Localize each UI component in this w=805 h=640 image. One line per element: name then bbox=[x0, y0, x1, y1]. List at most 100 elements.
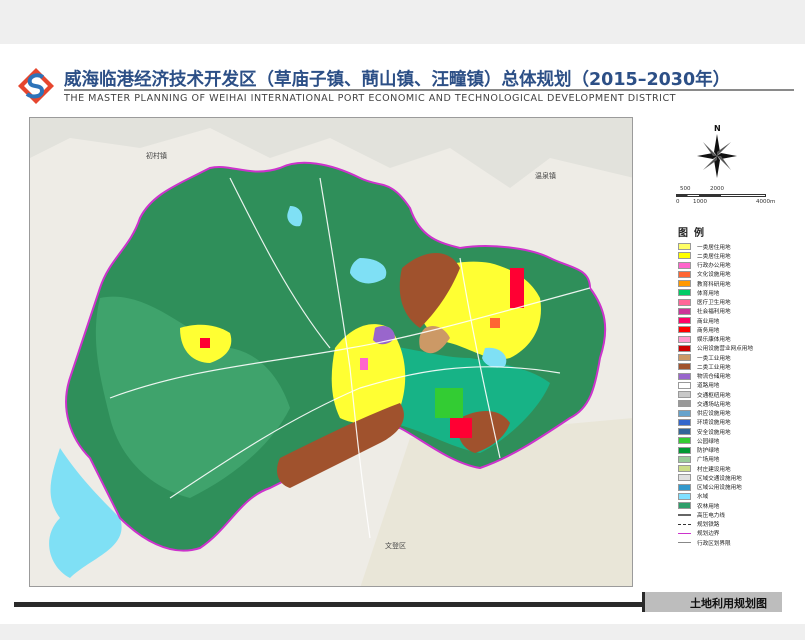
legend-item: 公园绿地 bbox=[678, 436, 798, 445]
scale-bottom-label: 0 bbox=[676, 199, 680, 205]
legend-item: 文化设施用地 bbox=[678, 270, 798, 279]
legend-swatch bbox=[678, 400, 691, 408]
page-subtitle: THE MASTER PLANNING OF WEIHAI INTERNATIO… bbox=[64, 93, 677, 104]
legend-item: 区域交通设施用地 bbox=[678, 473, 798, 482]
legend-item: 行政区划界限 bbox=[678, 538, 798, 547]
legend-item: 物流仓储用地 bbox=[678, 372, 798, 381]
legend-item: 商业用地 bbox=[678, 316, 798, 325]
scale-bottom-label: 1000 bbox=[693, 199, 707, 205]
legend-label: 环境设施用地 bbox=[697, 420, 731, 427]
legend-label: 高压电力线 bbox=[697, 512, 725, 519]
legend-swatch bbox=[678, 521, 691, 528]
scale-bottom-label: 4000m bbox=[756, 199, 776, 205]
legend-swatch bbox=[678, 530, 691, 537]
north-arrow-icon: N bbox=[697, 124, 737, 178]
legend-label: 安全设施用地 bbox=[697, 429, 731, 436]
legend-item: 高压电力线 bbox=[678, 510, 798, 519]
legend-label: 规划边界 bbox=[697, 531, 720, 538]
legend-item: 交通场站用地 bbox=[678, 399, 798, 408]
legend-swatch bbox=[678, 307, 691, 315]
place-label-wendeng: 文登区 bbox=[385, 541, 406, 550]
legend-label: 文化设施用地 bbox=[697, 272, 731, 279]
title-divider bbox=[64, 89, 794, 91]
legend-label: 体育用地 bbox=[697, 290, 720, 297]
legend-item: 教育科研用地 bbox=[678, 279, 798, 288]
legend-item: 交通枢纽用地 bbox=[678, 390, 798, 399]
legend-swatch bbox=[678, 446, 691, 454]
legend-label: 二类居住用地 bbox=[697, 253, 731, 260]
legend-item: 道路用地 bbox=[678, 381, 798, 390]
legend-swatch bbox=[678, 502, 691, 510]
legend-swatch bbox=[678, 455, 691, 463]
legend-label: 道路用地 bbox=[697, 383, 720, 390]
footer-divider bbox=[14, 602, 642, 607]
legend-label: 娱乐康体用地 bbox=[697, 337, 731, 344]
legend-label: 物流仓储用地 bbox=[697, 374, 731, 381]
legend-label: 村庄建设用地 bbox=[697, 466, 731, 473]
legend-item: 娱乐康体用地 bbox=[678, 335, 798, 344]
legend-label: 广场用地 bbox=[697, 457, 720, 464]
legend-label: 医疗卫生用地 bbox=[697, 300, 731, 307]
legend-swatch bbox=[678, 335, 691, 343]
legend-label: 区域交通设施用地 bbox=[697, 475, 742, 482]
legend-label: 水域 bbox=[697, 494, 709, 501]
legend-item: 公用设施营业网点用地 bbox=[678, 344, 798, 353]
legend-swatch bbox=[678, 511, 691, 518]
legend-item: 安全设施用地 bbox=[678, 427, 798, 436]
legend-item: 水域 bbox=[678, 492, 798, 501]
legend-label: 防护绿地 bbox=[697, 448, 720, 455]
legend-item: 广场用地 bbox=[678, 455, 798, 464]
legend-label: 行政办公用地 bbox=[697, 263, 731, 270]
legend-swatch bbox=[678, 354, 691, 362]
legend-swatch bbox=[678, 289, 691, 297]
legend-label: 规划铁路 bbox=[697, 522, 720, 529]
legend-item: 商务用地 bbox=[678, 325, 798, 334]
scale-top-label: 2000 bbox=[710, 186, 724, 192]
scale-bar: 500 2000 0 1000 4000m bbox=[676, 186, 776, 208]
legend-label: 区域公用设施用地 bbox=[697, 485, 742, 492]
legend-title: 图例 bbox=[678, 228, 710, 239]
legend-swatch bbox=[678, 428, 691, 436]
place-label-wenquan: 温泉镇 bbox=[535, 171, 556, 180]
legend-label: 一类居住用地 bbox=[697, 244, 731, 251]
legend-swatch bbox=[678, 437, 691, 445]
legend-item: 规划铁路 bbox=[678, 520, 798, 529]
legend-swatch bbox=[678, 391, 691, 399]
legend-item: 行政办公用地 bbox=[678, 261, 798, 270]
legend-label: 一类工业用地 bbox=[697, 355, 731, 362]
legend-item: 防护绿地 bbox=[678, 446, 798, 455]
legend-swatch bbox=[678, 280, 691, 288]
legend-label: 交通场站用地 bbox=[697, 401, 731, 408]
legend-swatch bbox=[678, 372, 691, 380]
legend-item: 二类工业用地 bbox=[678, 362, 798, 371]
legend-swatch bbox=[678, 465, 691, 473]
legend-item: 一类居住用地 bbox=[678, 242, 798, 251]
legend-label: 公园绿地 bbox=[697, 438, 720, 445]
legend-swatch bbox=[678, 381, 691, 389]
legend-label: 教育科研用地 bbox=[697, 281, 731, 288]
legend-label: 商务用地 bbox=[697, 327, 720, 334]
legend-swatch bbox=[678, 243, 691, 251]
legend-label: 供应设施用地 bbox=[697, 411, 731, 418]
legend-item: 区域公用设施用地 bbox=[678, 483, 798, 492]
land-use-map: 初村镇 温泉镇 文登区 bbox=[29, 117, 633, 587]
legend-item: 农林用地 bbox=[678, 501, 798, 510]
legend-swatch bbox=[678, 317, 691, 325]
legend-swatch bbox=[678, 492, 691, 500]
legend-label: 社会福利用地 bbox=[697, 309, 731, 316]
legend-item: 体育用地 bbox=[678, 288, 798, 297]
north-label: N bbox=[714, 124, 721, 133]
legend-label: 商业用地 bbox=[697, 318, 720, 325]
legend-swatch bbox=[678, 418, 691, 426]
legend-item: 二类居住用地 bbox=[678, 251, 798, 260]
legend-item: 一类工业用地 bbox=[678, 353, 798, 362]
legend-label: 交通枢纽用地 bbox=[697, 392, 731, 399]
legend-item: 社会福利用地 bbox=[678, 307, 798, 316]
legend-swatch bbox=[678, 298, 691, 306]
legend-label: 行政区划界限 bbox=[697, 540, 731, 547]
legend-swatch bbox=[678, 409, 691, 417]
legend: 一类居住用地 二类居住用地 行政办公用地 文化设施用地 教育科研用地 体育用地医疗卫生用地… bbox=[678, 242, 798, 547]
legend-item: 环境设施用地 bbox=[678, 418, 798, 427]
place-label-chucun: 初村镇 bbox=[146, 151, 167, 160]
legend-label: 农林用地 bbox=[697, 503, 720, 510]
